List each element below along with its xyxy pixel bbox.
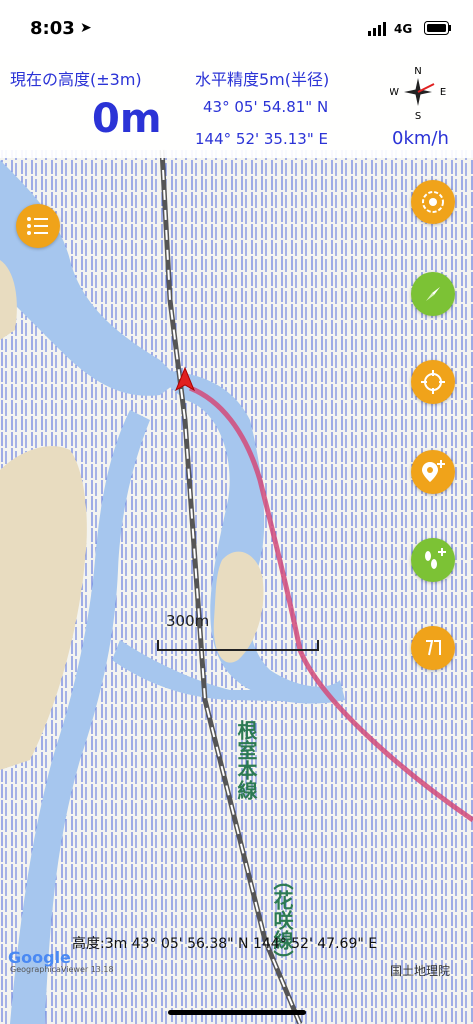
attribution: 国土地理院 (390, 964, 451, 978)
svg-text:N: N (414, 66, 421, 77)
accuracy-label: 水平精度5m(半径) (195, 70, 330, 89)
scale-label: 300m (166, 612, 210, 630)
map-pin-plus-icon (422, 460, 445, 482)
compass-mode-button[interactable] (411, 272, 455, 316)
app-version: GeographicaViewer 13.18 (10, 965, 114, 974)
altitude-value: 0m (92, 96, 162, 142)
signal-icon (368, 22, 386, 36)
compass-rose-icon[interactable]: N E S W (390, 64, 446, 120)
cursor-coordinates: 高度:3m 43° 05' 56.38" N 144° 52' 47.69" E (72, 936, 378, 952)
latitude-value: 43° 05' 54.81" N (203, 98, 329, 116)
menu-button[interactable] (16, 204, 60, 248)
crosshair-icon (421, 370, 445, 394)
current-location-button[interactable] (411, 360, 455, 404)
layers-button[interactable] (411, 180, 455, 224)
list-icon (27, 217, 48, 235)
unit-toggle-button[interactable] (411, 626, 455, 670)
add-track-button[interactable] (411, 538, 455, 582)
rail-label: （花咲線） (270, 870, 294, 970)
rail-label: 根室本線 (234, 720, 258, 800)
speed-value: 0km/h (392, 128, 449, 149)
swirl-icon (422, 191, 444, 213)
home-indicator[interactable] (168, 1010, 306, 1015)
network-type: 4G (394, 22, 413, 36)
text-icon (426, 640, 441, 656)
battery-icon (424, 21, 451, 35)
svg-text:S: S (415, 111, 421, 120)
longitude-value: 144° 52' 35.13" E (195, 130, 328, 148)
footprints-plus-icon (425, 548, 446, 569)
compass-needle-icon (426, 287, 440, 301)
clock: 8:03 (30, 18, 75, 39)
status-bar: 8:03 ➤ 4G (0, 0, 473, 56)
altitude-label: 現在の高度(±3m) (10, 70, 142, 89)
location-arrow-icon: ➤ (80, 20, 92, 36)
add-pin-button[interactable] (411, 450, 455, 494)
svg-text:W: W (390, 87, 399, 98)
svg-text:E: E (440, 87, 446, 98)
